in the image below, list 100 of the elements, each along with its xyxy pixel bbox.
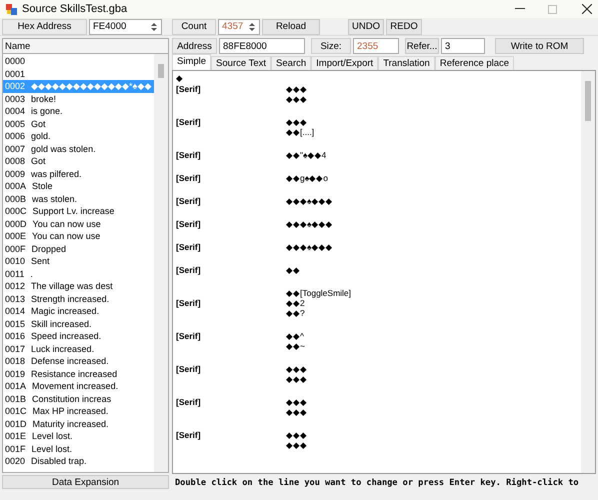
item-text: Dropped bbox=[32, 244, 66, 254]
list-item[interactable]: 0010 Sent bbox=[3, 255, 154, 268]
field-label: Address bbox=[172, 38, 217, 54]
entry-label: [Serif] bbox=[176, 173, 202, 183]
list-item[interactable]: 0005 Got bbox=[3, 118, 154, 130]
write-to-rom-button[interactable]: Write to ROM bbox=[495, 38, 584, 54]
item-text: Luck increased. bbox=[31, 344, 94, 354]
toolbar-button[interactable]: REDO bbox=[386, 18, 422, 34]
list-item[interactable]: 000E You can now use bbox=[3, 230, 154, 242]
entry-label: [Serif] bbox=[176, 150, 202, 160]
refer-button[interactable]: Refer... bbox=[405, 38, 439, 54]
tab[interactable]: Import/Export bbox=[311, 56, 378, 70]
tab[interactable]: Source Text bbox=[211, 56, 272, 70]
item-id: 001E bbox=[5, 431, 26, 442]
text-view[interactable] bbox=[172, 70, 596, 474]
text-line: ◆◆2 bbox=[286, 298, 306, 308]
tab[interactable]: Reference place bbox=[434, 56, 514, 70]
toolbar-button[interactable]: Reload bbox=[262, 18, 320, 34]
item-id: 000F bbox=[5, 244, 26, 254]
item-text: gold. bbox=[31, 131, 51, 142]
item-id: 001D bbox=[5, 418, 27, 429]
item-id: 0006 bbox=[5, 131, 26, 142]
item-text: . bbox=[30, 268, 33, 279]
list-item[interactable]: 0012 The village was dest bbox=[3, 280, 154, 292]
minimize-icon[interactable] bbox=[515, 8, 525, 10]
list-item[interactable]: 001C Max HP increased. bbox=[3, 405, 154, 418]
list-item[interactable]: 0014 Magic increased. bbox=[3, 305, 154, 318]
list-item[interactable]: 000D You can now use bbox=[3, 218, 154, 230]
tab[interactable]: Translation bbox=[378, 56, 435, 70]
item-text: Max HP increased. bbox=[32, 406, 108, 416]
list-item[interactable]: 0016 Speed increased. bbox=[3, 330, 154, 342]
list-item[interactable]: 0000 bbox=[3, 55, 154, 68]
text-line: ◆◆~ bbox=[286, 341, 305, 351]
list-item[interactable]: 001F Level lost. bbox=[3, 442, 154, 455]
list-item[interactable]: 0018 Defense increased. bbox=[3, 355, 154, 368]
list-item[interactable]: 000C Support Lv. increase bbox=[3, 205, 154, 218]
entry-label: [Serif] bbox=[176, 84, 202, 94]
list-item[interactable]: 0017 Luck increased. bbox=[3, 342, 154, 355]
text-line: ◆◆ bbox=[286, 265, 300, 275]
list-item[interactable]: 0009 was pilfered. bbox=[3, 168, 154, 180]
item-id: 0012 bbox=[5, 281, 26, 292]
refer-count-field[interactable]: 3 bbox=[441, 38, 485, 54]
list-item[interactable]: 001E Level lost. bbox=[3, 430, 154, 442]
item-id: 0009 bbox=[5, 168, 26, 179]
item-id: 000D bbox=[5, 218, 27, 229]
item-text: was pilfered. bbox=[31, 168, 82, 179]
item-text: Skill increased. bbox=[31, 318, 92, 329]
item-text: Level lost. bbox=[32, 431, 73, 442]
item-text: The village was dest bbox=[31, 281, 113, 292]
list-item[interactable]: 0001 bbox=[3, 68, 154, 80]
field-label: Hex Address bbox=[2, 18, 87, 34]
list-item[interactable]: 0007 gold was stolen. bbox=[3, 142, 154, 155]
item-id: 0005 bbox=[5, 118, 26, 129]
list-item[interactable]: 0013 Strength increased. bbox=[3, 292, 154, 305]
text-line: ◆◆◆♠◆◆◆ bbox=[286, 219, 333, 229]
list-item[interactable]: 000A Stole bbox=[3, 180, 154, 192]
scrollbar[interactable] bbox=[154, 54, 168, 472]
item-text: Strength increased. bbox=[31, 294, 110, 304]
close-icon[interactable] bbox=[582, 4, 592, 14]
list-item[interactable]: 001A Movement increased. bbox=[3, 380, 154, 392]
list-item[interactable]: 0006 gold. bbox=[3, 130, 154, 142]
list-item[interactable]: 0020 Disabled trap. bbox=[3, 455, 154, 468]
item-id: 0016 bbox=[5, 331, 26, 342]
item-text: Movement increased. bbox=[32, 381, 118, 392]
hex-address-field[interactable]: FE4000 bbox=[89, 18, 162, 34]
count-field[interactable]: 4357 bbox=[218, 18, 260, 34]
text-line: ◆◆◆ bbox=[286, 397, 307, 407]
item-id: 001F bbox=[5, 444, 26, 454]
list-item[interactable]: 0008 Got bbox=[3, 155, 154, 168]
item-id: 0019 bbox=[5, 368, 26, 379]
text-line: ◆◆◆ bbox=[286, 84, 307, 94]
list-item[interactable]: 000B was stolen. bbox=[3, 192, 154, 205]
toolbar-button[interactable]: UNDO bbox=[348, 18, 384, 34]
list-item[interactable]: 001B Constitution increas bbox=[3, 392, 154, 405]
data-expansion-button[interactable]: Data Expansion bbox=[2, 475, 169, 489]
spinner-icon[interactable] bbox=[248, 20, 256, 32]
scrollbar[interactable] bbox=[581, 71, 595, 473]
list-item[interactable]: 0015 Skill increased. bbox=[3, 318, 154, 330]
list-item[interactable]: 0019 Resistance increased bbox=[3, 368, 154, 380]
tab[interactable]: Simple bbox=[172, 54, 212, 70]
item-id: 0018 bbox=[5, 356, 26, 366]
field-label: Count bbox=[172, 18, 216, 34]
item-id: 0013 bbox=[5, 294, 26, 304]
spinner-icon[interactable] bbox=[150, 20, 158, 32]
address-field[interactable]: 88FE8000 bbox=[219, 38, 305, 54]
item-id: 0010 bbox=[5, 256, 26, 266]
item-text: was stolen. bbox=[32, 194, 78, 204]
column-header[interactable]: Name bbox=[2, 38, 169, 54]
tab[interactable]: Search bbox=[271, 56, 312, 70]
text-line: ◆◆[....] bbox=[286, 127, 314, 137]
item-id: 000C bbox=[5, 206, 27, 216]
list-item[interactable]: 0011 . bbox=[3, 268, 154, 280]
item-text: Sent bbox=[31, 256, 50, 266]
list-item[interactable]: 001D Maturity increased. bbox=[3, 418, 154, 430]
list-item[interactable]: 0004 is gone. bbox=[3, 105, 154, 118]
list-item[interactable]: 000F Dropped bbox=[3, 242, 154, 255]
text-line: ◆◆◆ bbox=[286, 364, 307, 374]
list-item[interactable]: 0003 broke! bbox=[3, 92, 154, 105]
size-field[interactable]: 2355 bbox=[353, 38, 399, 54]
item-id: 0011 bbox=[5, 268, 24, 279]
